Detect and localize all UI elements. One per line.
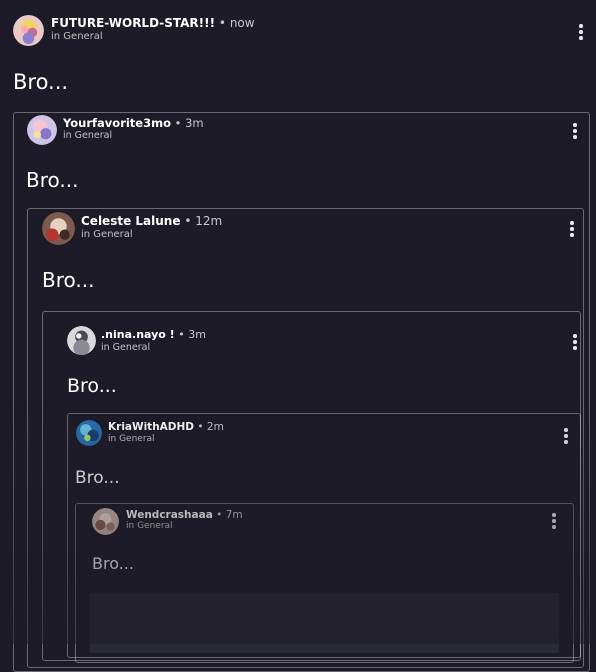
- separator-dot: •: [216, 509, 223, 521]
- separator-dot: •: [174, 116, 182, 130]
- more-vertical-icon[interactable]: [569, 221, 575, 239]
- post-header: Yourfavorite3mo • 3m: [63, 116, 204, 130]
- post-header: .nina.nayo ! • 3m: [101, 328, 206, 341]
- user-avatar[interactable]: [42, 212, 75, 245]
- embedded-preview: [90, 593, 559, 653]
- user-avatar[interactable]: [92, 508, 119, 535]
- post-header: FUTURE-WORLD-STAR!!! • now: [51, 16, 255, 30]
- more-vertical-icon[interactable]: [572, 334, 578, 352]
- user-avatar[interactable]: [76, 420, 102, 446]
- post-text: Bro...: [26, 168, 79, 192]
- author-name[interactable]: .nina.nayo !: [101, 328, 175, 341]
- user-avatar[interactable]: [67, 326, 96, 355]
- author-name[interactable]: FUTURE-WORLD-STAR!!!: [51, 16, 215, 30]
- post-channel[interactable]: in General: [63, 130, 112, 141]
- post-channel[interactable]: in General: [81, 229, 133, 240]
- more-vertical-icon[interactable]: [551, 513, 557, 531]
- post-channel[interactable]: in General: [101, 342, 150, 353]
- author-name[interactable]: Wendcrashaaa: [126, 509, 213, 521]
- author-name[interactable]: Celeste Lalune: [81, 214, 180, 228]
- post-text: Bro...: [42, 268, 95, 292]
- separator-dot: •: [218, 16, 226, 30]
- post-time: 3m: [188, 328, 206, 341]
- post-text: Bro...: [75, 468, 120, 488]
- post-time: 2m: [206, 421, 224, 433]
- post-channel[interactable]: in General: [126, 521, 173, 531]
- post-header: KriaWithADHD • 2m: [108, 421, 224, 433]
- post-text: Bro...: [13, 70, 69, 94]
- more-vertical-icon[interactable]: [563, 428, 569, 446]
- author-name[interactable]: Yourfavorite3mo: [63, 116, 171, 130]
- post-time: 3m: [185, 116, 204, 130]
- post-channel[interactable]: in General: [51, 31, 103, 42]
- separator-dot: •: [178, 328, 185, 341]
- post-header: Celeste Lalune • 12m: [81, 214, 222, 228]
- post-text: Bro...: [67, 375, 117, 397]
- user-avatar[interactable]: [13, 15, 44, 46]
- user-avatar[interactable]: [27, 115, 57, 145]
- more-vertical-icon[interactable]: [572, 123, 578, 141]
- author-name[interactable]: KriaWithADHD: [108, 421, 194, 433]
- post-channel[interactable]: in General: [108, 434, 155, 444]
- post-header: Wendcrashaaa • 7m: [126, 509, 243, 521]
- post-time: 7m: [225, 509, 243, 521]
- separator-dot: •: [197, 421, 204, 433]
- post-text: Bro...: [92, 554, 134, 573]
- separator-dot: •: [184, 214, 192, 228]
- more-vertical-icon[interactable]: [578, 24, 584, 42]
- quoted-post-level-1[interactable]: Yourfavorite3mo • 3m in General Bro... C…: [13, 112, 590, 672]
- post-time: 12m: [195, 214, 223, 228]
- post-time: now: [229, 16, 255, 30]
